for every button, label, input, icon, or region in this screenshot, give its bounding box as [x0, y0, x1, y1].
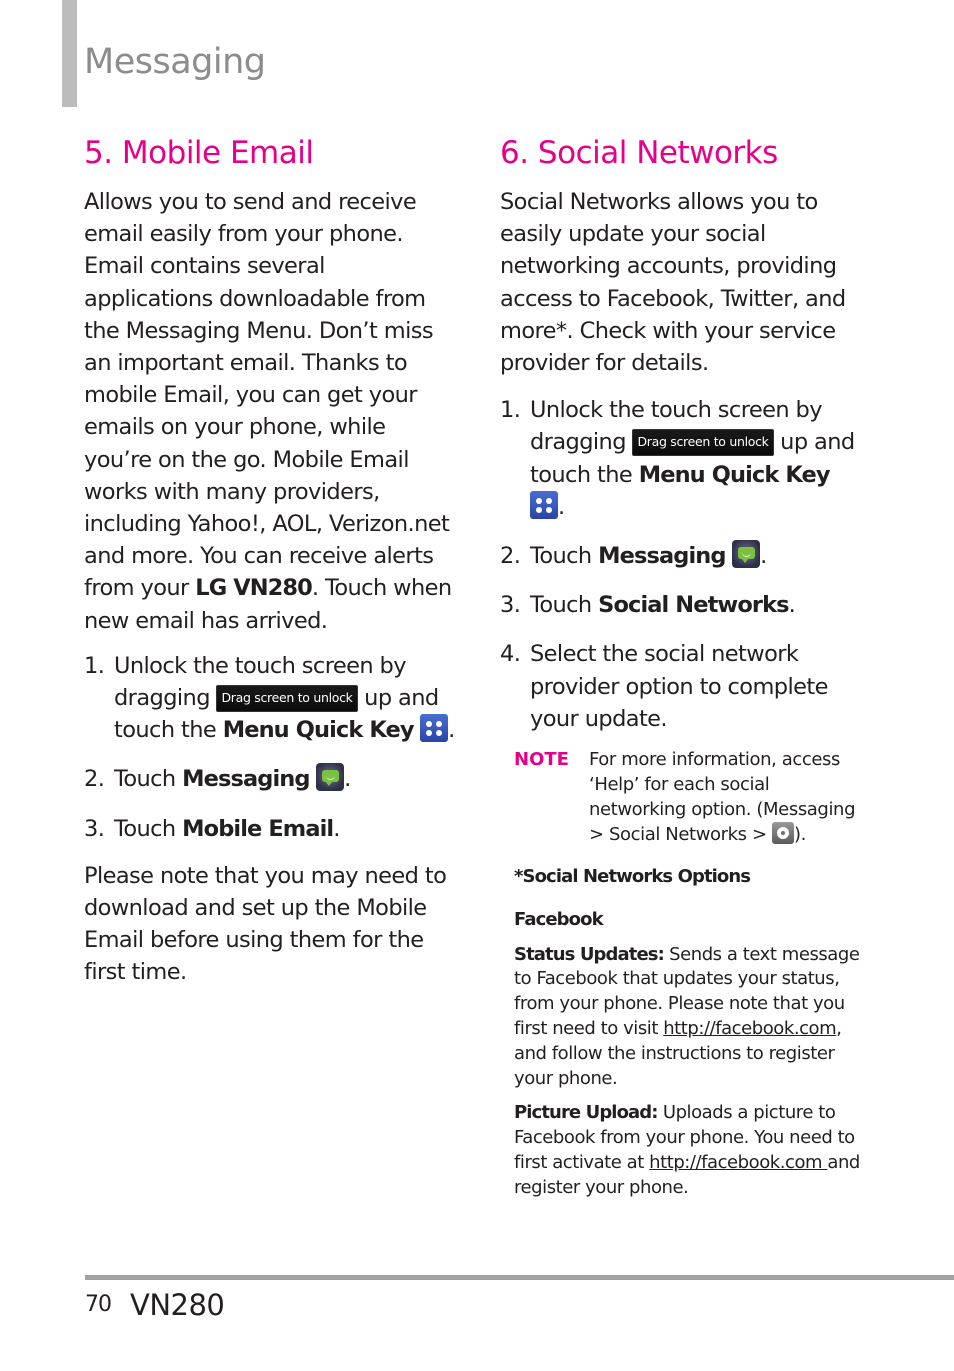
options-heading: *Social Networks Options — [514, 866, 751, 888]
mobile-email-section: 5. Mobile Email Allows you to send and r… — [84, 132, 459, 989]
mobile-email-step-3: 3. Touch Mobile Email. — [84, 815, 340, 842]
note-text: For more information, access ‘Help’ for … — [589, 749, 856, 846]
social-step-1: 1. Unlock the touch screen by dragging D… — [500, 397, 855, 520]
note-box: NOTE For more information, access ‘Help’… — [514, 747, 860, 847]
messaging-icon — [732, 540, 761, 569]
section-tab-bar — [62, 0, 77, 107]
menu-quick-key-icon — [530, 490, 558, 519]
social-networks-heading: 6. Social Networks — [500, 135, 778, 171]
social-networks-intro: Social Networks allows you to easily upd… — [500, 189, 846, 377]
drag-to-unlock-chip: Drag screen to unlock — [216, 685, 358, 713]
social-options: *Social Networks Options Facebook Status… — [514, 865, 860, 1201]
footer-rule — [85, 1275, 954, 1280]
mobile-email-heading: 5. Mobile Email — [84, 135, 314, 171]
social-step-4: 4. Select the social network provider op… — [500, 641, 828, 732]
social-step-3: 3. Touch Social Networks. — [500, 592, 796, 619]
model-label: VN280 — [130, 1288, 225, 1322]
settings-gear-icon — [771, 822, 794, 845]
menu-quick-key-icon — [420, 714, 449, 743]
section-title: Messaging — [84, 42, 266, 82]
social-networks-section: 6. Social Networks Social Networks allow… — [500, 132, 860, 1201]
mobile-email-step-1: 1. Unlock the touch screen by dragging D… — [84, 652, 455, 744]
facebook-link[interactable]: http://facebook.com — [663, 1018, 836, 1039]
drag-to-unlock-chip: Drag screen to unlock — [632, 429, 774, 457]
picture-upload-paragraph: Picture Upload: Uploads a picture to Fac… — [514, 1102, 860, 1198]
note-label: NOTE — [514, 749, 569, 771]
social-step-2: 2. Touch Messaging . — [500, 540, 860, 572]
model-name-bold: LG VN280 — [195, 575, 313, 602]
mobile-email-step-2: 2. Touch Messaging . — [84, 763, 459, 795]
page-number: 70 — [85, 1292, 112, 1317]
provider-heading: Facebook — [514, 908, 604, 930]
mobile-email-closing: Please note that you may need to downloa… — [84, 862, 447, 986]
mobile-email-intro: Allows you to send and receive email eas… — [84, 189, 452, 634]
status-updates-paragraph: Status Updates: Sends a text message to … — [514, 943, 860, 1089]
facebook-link[interactable]: http://facebook.com — [649, 1152, 827, 1173]
messaging-icon — [316, 763, 345, 792]
